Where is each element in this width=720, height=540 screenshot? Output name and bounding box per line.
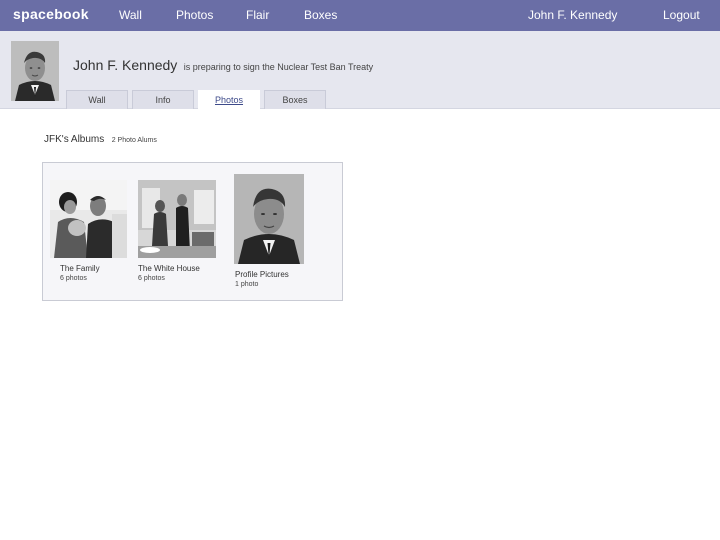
album-cover-white-house[interactable] [138,180,216,258]
profile-portrait-photo-icon [234,174,304,264]
current-user-link[interactable]: John F. Kennedy [528,8,617,22]
album-cover-family[interactable] [50,180,127,258]
logout-link[interactable]: Logout [663,8,700,22]
albums-title: JFK's Albums [44,134,105,145]
brand-logo-link[interactable]: spacebook [13,7,89,21]
album-name: Profile Pictures [235,270,289,279]
tab-info[interactable]: Info [132,90,194,109]
album-the-family[interactable]: The Family 6 photos [50,180,130,290]
white-house-photo-icon [138,180,216,258]
album-photo-count: 1 photo [235,281,259,288]
nav-photos-link[interactable]: Photos [176,8,213,22]
album-name: The White House [138,264,200,273]
nav-flair-link[interactable]: Flair [246,8,269,22]
album-name: The Family [60,264,100,273]
top-navigation-bar: spacebook Wall Photos Flair Boxes John F… [0,0,720,31]
profile-avatar[interactable] [11,41,59,101]
portrait-photo-icon [11,41,59,101]
album-photo-count: 6 photos [138,275,165,282]
nav-wall-link[interactable]: Wall [119,8,142,22]
album-panel: The Family 6 photos The White House 6 ph… [42,162,343,301]
profile-header: John F. Kennedy is preparing to sign the… [0,31,720,110]
albums-count: 2 Photo Alums [111,137,157,144]
album-the-white-house[interactable]: The White House 6 photos [138,180,218,290]
status-line: John F. Kennedy is preparing to sign the… [73,57,373,75]
profile-name: John F. Kennedy [73,57,178,73]
status-message: is preparing to sign the Nuclear Test Ba… [183,62,374,72]
family-photo-icon [50,180,127,258]
albums-heading: JFK's Albums 2 Photo Alums [44,129,157,147]
tab-boxes[interactable]: Boxes [264,90,326,109]
album-photo-count: 6 photos [60,275,87,282]
album-profile-pictures[interactable]: Profile Pictures 1 photo [234,174,314,294]
tab-wall[interactable]: Wall [66,90,128,109]
nav-boxes-link[interactable]: Boxes [304,8,337,22]
profile-tabs: Wall Info Photos Boxes [66,90,330,110]
tab-photos[interactable]: Photos [198,90,260,110]
album-cover-profile-pictures[interactable] [234,174,304,264]
